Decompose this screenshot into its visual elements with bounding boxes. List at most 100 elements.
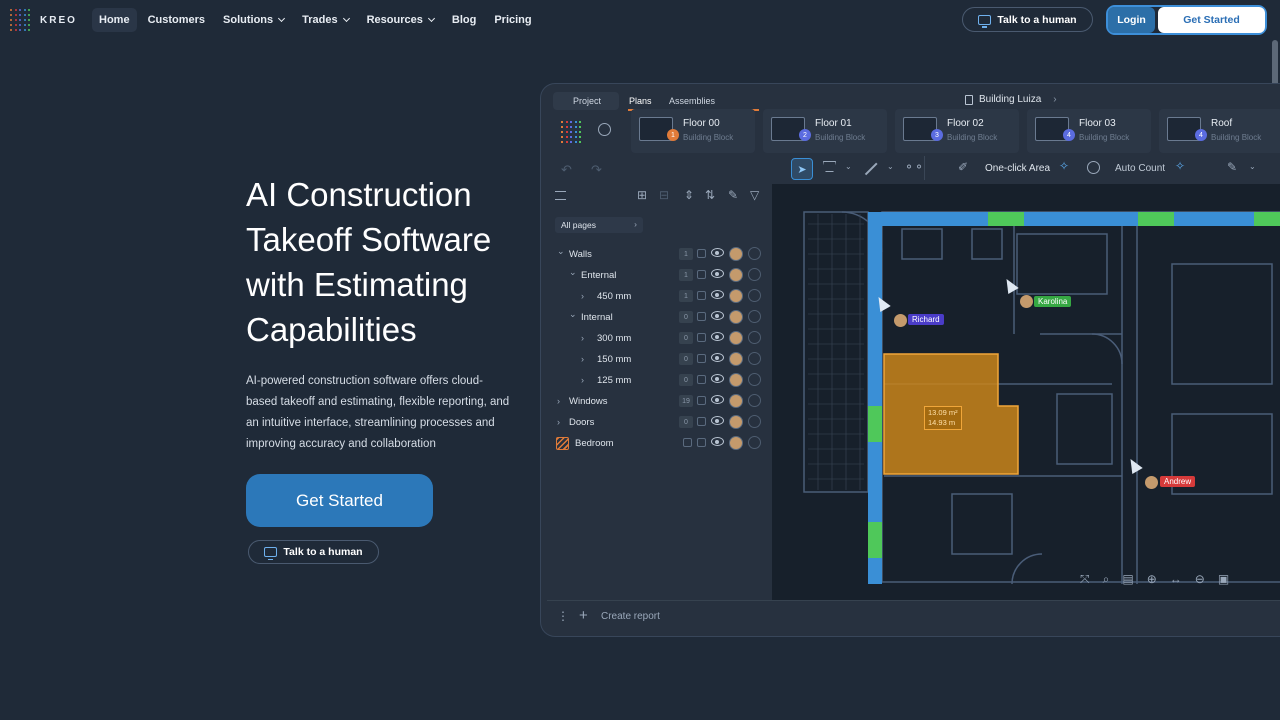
talk-to-human-button[interactable]: Talk to a human: [962, 7, 1093, 32]
nav-link-customers[interactable]: Customers: [141, 8, 212, 32]
nav-link-trades[interactable]: Trades: [295, 8, 355, 32]
add-folder-icon[interactable]: ⊞: [637, 188, 647, 202]
zoom-in-icon[interactable]: ⊕: [1147, 572, 1157, 586]
chevron-down-icon[interactable]: ⌄: [569, 309, 577, 320]
chevron-down-icon[interactable]: ⌄: [557, 246, 565, 257]
chevron-down-icon[interactable]: ⌄: [1249, 162, 1256, 171]
floor-card[interactable]: 4 Roof Building Block: [1159, 109, 1280, 153]
eye-icon[interactable]: [711, 332, 724, 341]
checkbox[interactable]: [697, 291, 706, 300]
building-breadcrumb[interactable]: Building Luiza ›: [965, 94, 1057, 105]
tab-assemblies[interactable]: Assemblies: [659, 92, 725, 110]
chevron-right-icon[interactable]: ›: [581, 354, 584, 364]
hero-get-started-button[interactable]: Get Started: [246, 474, 433, 527]
tree-row[interactable]: › 300 mm 0: [555, 329, 771, 348]
polygon-tool-icon[interactable]: [823, 161, 836, 172]
eye-icon[interactable]: [711, 269, 724, 278]
eye-icon[interactable]: [711, 248, 724, 257]
redo-icon[interactable]: ↷: [591, 162, 602, 178]
floor-card[interactable]: 2 Floor 01 Building Block: [763, 109, 887, 153]
undo-icon[interactable]: ↶: [561, 162, 572, 178]
hero-talk-to-human-button[interactable]: Talk to a human: [248, 540, 379, 564]
fit-icon[interactable]: ⤧: [1080, 572, 1090, 587]
checkbox[interactable]: [697, 333, 706, 342]
tree-row[interactable]: › 450 mm 1: [555, 287, 771, 306]
checkbox[interactable]: [697, 249, 706, 258]
tree-row[interactable]: › Windows 19: [555, 392, 771, 411]
zoom-area-icon[interactable]: ⌕: [1103, 572, 1110, 587]
login-button[interactable]: Login: [1108, 7, 1155, 33]
checkbox[interactable]: [697, 396, 706, 405]
arrow-circle-icon[interactable]: [748, 373, 761, 386]
zoom-search-icon[interactable]: [598, 123, 611, 136]
tree-row[interactable]: › Doors 0: [555, 413, 771, 432]
pattern-icon[interactable]: [683, 438, 692, 447]
tree-row[interactable]: ⌄ Walls 1: [555, 245, 771, 264]
eye-icon[interactable]: [711, 437, 724, 446]
checkbox[interactable]: [697, 438, 706, 447]
chevron-right-icon[interactable]: ›: [557, 417, 560, 427]
fit-width-icon[interactable]: ↔: [1170, 572, 1182, 586]
floor-card[interactable]: 3 Floor 02 Building Block: [895, 109, 1019, 153]
chevron-right-icon[interactable]: ›: [557, 396, 560, 406]
tab-project[interactable]: Project: [563, 92, 611, 110]
sort-icon[interactable]: ⇅: [705, 188, 715, 202]
checkbox[interactable]: [697, 417, 706, 426]
auto-count-label[interactable]: Auto Count: [1115, 163, 1165, 174]
checkbox[interactable]: [697, 354, 706, 363]
arrow-circle-icon[interactable]: [748, 436, 761, 449]
floor-plan-canvas[interactable]: 13.09 m² 14.93 m Richard Karolina Andrew…: [772, 184, 1280, 600]
chevron-right-icon[interactable]: ›: [581, 291, 584, 301]
get-started-button[interactable]: Get Started: [1158, 7, 1265, 33]
checkbox[interactable]: [697, 270, 706, 279]
plus-icon[interactable]: +: [579, 607, 588, 624]
menu-icon[interactable]: [555, 191, 566, 200]
one-click-area-label[interactable]: One-click Area: [985, 163, 1050, 174]
filter-icon[interactable]: ▽: [750, 188, 759, 202]
checkbox[interactable]: [697, 375, 706, 384]
nav-link-blog[interactable]: Blog: [445, 8, 483, 32]
arrow-circle-icon[interactable]: [748, 394, 761, 407]
floor-card[interactable]: 4 Floor 03 Building Block: [1027, 109, 1151, 153]
eye-icon[interactable]: [711, 311, 724, 320]
eye-icon[interactable]: [711, 395, 724, 404]
view-icon[interactable]: ▣: [1218, 572, 1229, 586]
arrow-circle-icon[interactable]: [748, 247, 761, 260]
select-tool-icon[interactable]: ➤: [791, 158, 813, 180]
nav-link-home[interactable]: Home: [92, 8, 137, 32]
expand-icon[interactable]: ⇕: [684, 188, 694, 202]
count-tool-icon[interactable]: ⚬⚬: [904, 160, 924, 174]
area-brush-icon[interactable]: ✐: [958, 160, 968, 174]
arrow-circle-icon[interactable]: [748, 331, 761, 344]
checkbox[interactable]: [697, 312, 706, 321]
tree-row[interactable]: › 125 mm 0: [555, 371, 771, 390]
floor-card[interactable]: 1 Floor 00 Building Block: [631, 109, 755, 153]
tree-row[interactable]: ⌄ Enternal 1: [555, 266, 771, 285]
pen-icon[interactable]: ✎: [728, 188, 738, 202]
nav-link-resources[interactable]: Resources: [360, 8, 441, 32]
eye-icon[interactable]: [711, 374, 724, 383]
chevron-right-icon[interactable]: ›: [581, 333, 584, 343]
chevron-down-icon[interactable]: ⌄: [845, 162, 852, 171]
arrow-circle-icon[interactable]: [748, 352, 761, 365]
chevron-down-icon[interactable]: ⌄: [887, 162, 894, 171]
tree-row[interactable]: › 150 mm 0: [555, 350, 771, 369]
eye-icon[interactable]: [711, 353, 724, 362]
more-icon[interactable]: ⋮: [557, 609, 569, 623]
auto-count-icon[interactable]: [1087, 161, 1100, 174]
arrow-circle-icon[interactable]: [748, 415, 761, 428]
create-report-button[interactable]: Create report: [601, 611, 660, 622]
ruler-icon[interactable]: ✎: [1227, 160, 1237, 174]
tree-row[interactable]: Bedroom: [555, 434, 771, 453]
zoom-out-icon[interactable]: ⊖: [1195, 572, 1205, 586]
nav-link-solutions[interactable]: Solutions: [216, 8, 291, 32]
tree-row[interactable]: ⌄ Internal 0: [555, 308, 771, 327]
eye-icon[interactable]: [711, 416, 724, 425]
arrow-circle-icon[interactable]: [748, 310, 761, 323]
arrow-circle-icon[interactable]: [748, 268, 761, 281]
chevron-right-icon[interactable]: ›: [581, 375, 584, 385]
nav-link-pricing[interactable]: Pricing: [487, 8, 538, 32]
folder-icon[interactable]: ⊟: [659, 188, 669, 202]
kreo-logo[interactable]: KREO: [10, 9, 77, 31]
tab-plans[interactable]: Plans: [619, 92, 662, 110]
